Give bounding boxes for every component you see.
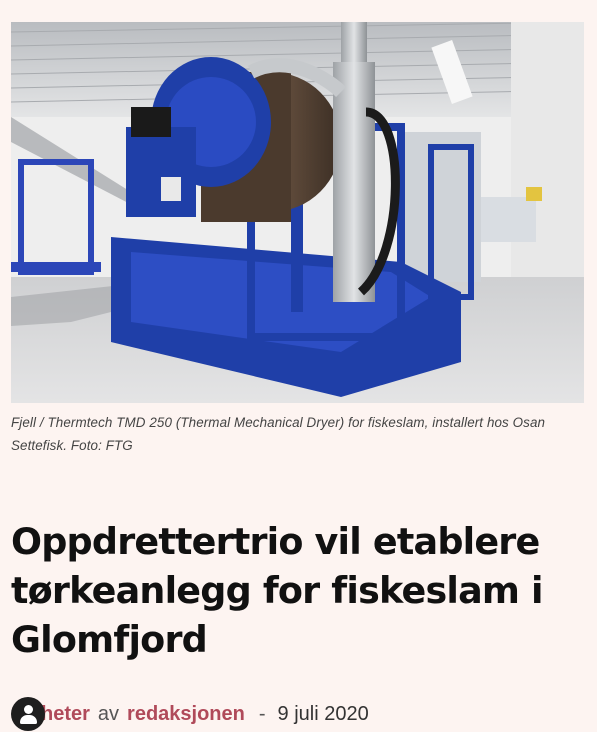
byline-separator: - xyxy=(258,702,266,725)
publish-date: 9 juli 2020 xyxy=(277,702,369,725)
byline-av: av xyxy=(97,702,120,725)
avatar-icon[interactable] xyxy=(11,697,45,731)
article-headline[interactable]: Oppdrettertrio vil etablere tørkeanlegg … xyxy=(11,517,586,664)
article-hero-image[interactable] xyxy=(11,22,584,403)
dryer-photo xyxy=(11,22,584,403)
avatar-head xyxy=(24,705,33,714)
avatar-body xyxy=(20,715,37,724)
article-page: Fjell / Thermtech TMD 250 (Thermal Mecha… xyxy=(0,0,597,732)
image-caption: Fjell / Thermtech TMD 250 (Thermal Mecha… xyxy=(11,415,546,453)
article-byline: heter av redaksjonen - 9 juli 2020 xyxy=(11,697,586,731)
category-link[interactable]: heter xyxy=(41,703,90,726)
author-link[interactable]: redaksjonen xyxy=(127,703,245,726)
